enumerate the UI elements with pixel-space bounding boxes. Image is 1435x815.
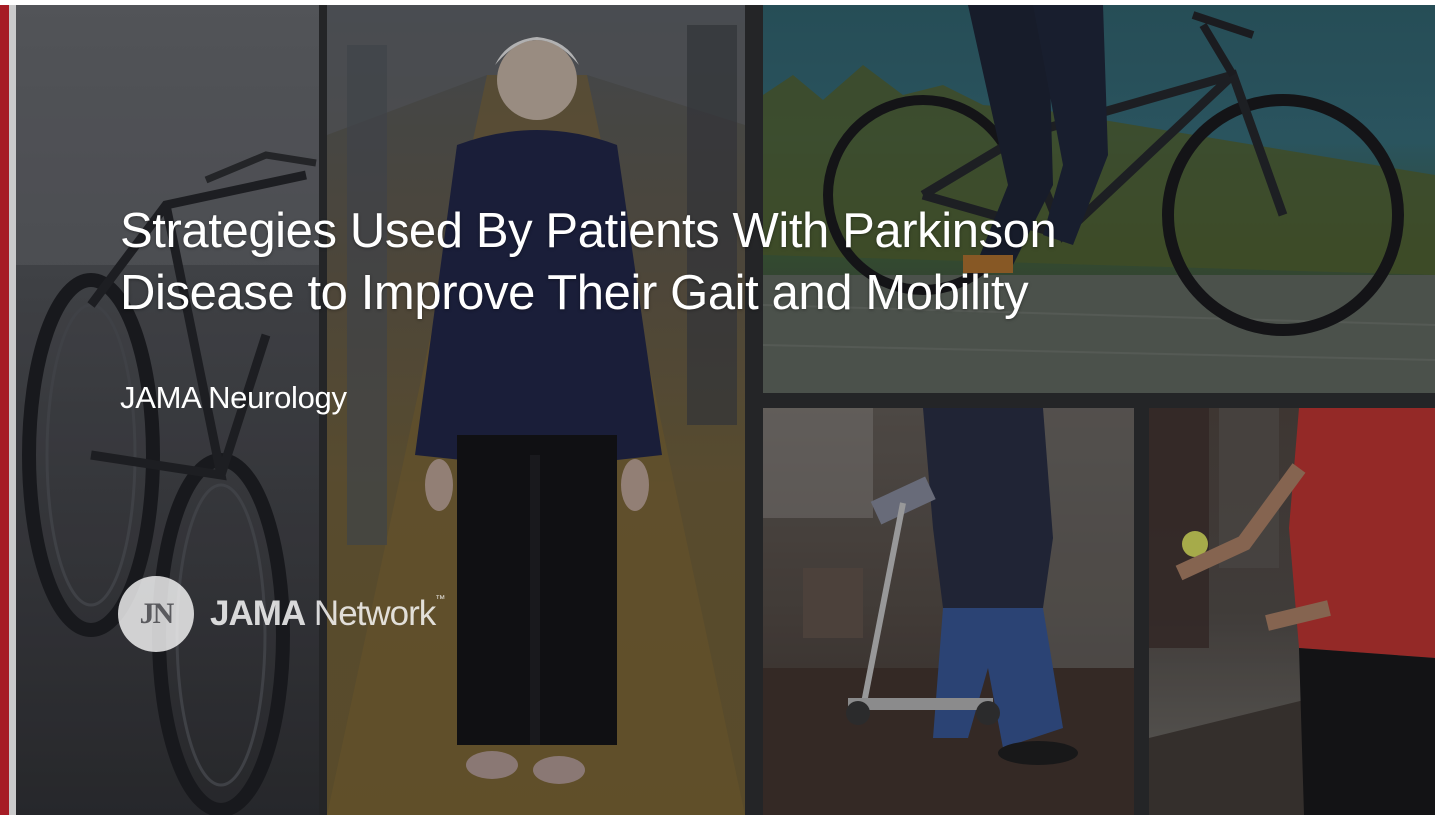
logo-brand: JAMA <box>210 594 306 633</box>
jama-network-logo-icon: JN <box>118 576 194 652</box>
panel-divider <box>745 5 763 815</box>
photo-cycling <box>763 5 1435 393</box>
logo-wordmark: JAMA Network™ <box>210 594 445 634</box>
logo-network: Network <box>313 594 436 633</box>
frame-top-edge <box>0 0 1435 5</box>
photo-patient-hallway <box>327 5 745 815</box>
frame-edge <box>9 0 16 815</box>
photo-scooter <box>763 408 1134 815</box>
jama-network-logo: JN JAMA Network™ <box>118 576 445 652</box>
video-slide: Strategies Used By Patients With Parkins… <box>0 0 1435 815</box>
journal-name: JAMA Neurology <box>120 380 347 415</box>
logo-trademark: ™ <box>435 594 445 605</box>
slide-title-line-1: Strategies Used By Patients With Parkins… <box>120 204 1057 258</box>
slide-title-line-2: Disease to Improve Their Gait and Mobili… <box>120 266 1029 320</box>
accent-bar <box>0 0 9 815</box>
panel-divider <box>1134 408 1149 815</box>
panel-divider <box>763 393 1435 408</box>
slide-title: Strategies Used By Patients With Parkins… <box>120 200 1300 324</box>
photo-ball-exercise <box>1149 408 1435 815</box>
